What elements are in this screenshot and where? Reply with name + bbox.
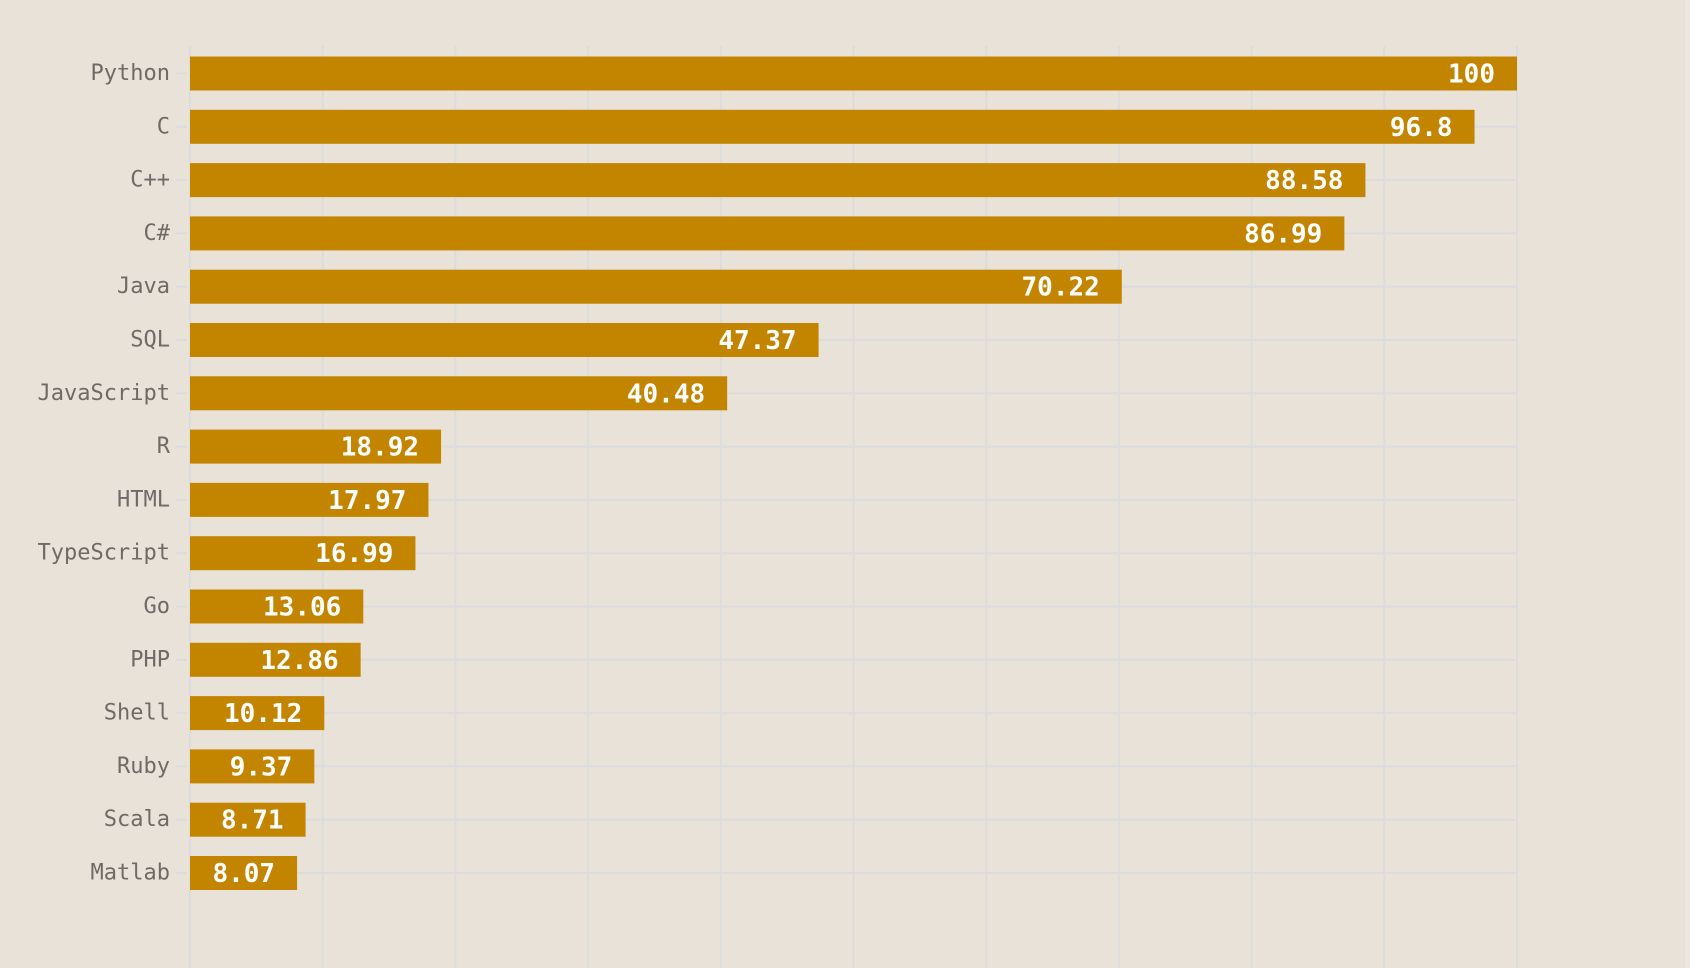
category-label: Java [117, 274, 170, 299]
value-label: 8.07 [212, 859, 275, 889]
category-label: C [157, 114, 170, 139]
value-label: 100 [1448, 60, 1495, 90]
value-label: 47.37 [718, 326, 796, 356]
category-label: HTML [117, 487, 170, 512]
category-label: C++ [130, 168, 170, 193]
category-label: Ruby [117, 754, 170, 779]
value-label: 10.12 [224, 699, 302, 729]
value-label: 88.58 [1265, 166, 1343, 196]
category-label: Matlab [91, 861, 170, 886]
category-label: JavaScript [38, 381, 170, 406]
value-label: 40.48 [627, 379, 705, 409]
value-label: 18.92 [341, 433, 419, 463]
category-label: SQL [130, 328, 170, 353]
value-label: 12.86 [260, 646, 338, 676]
category-label: C# [144, 221, 171, 246]
value-label: 13.06 [263, 593, 341, 623]
category-label: TypeScript [38, 541, 170, 566]
value-label: 16.99 [315, 539, 393, 569]
value-label: 8.71 [221, 806, 284, 836]
panel-edge [1685, 0, 1690, 968]
bar-java [190, 269, 1122, 304]
bar-chart: Python C C++ C# Java SQL JavaScript R HTML TypeSc… [38, 46, 1518, 968]
value-label: 17.97 [328, 486, 406, 516]
value-label: 96.8 [1390, 113, 1453, 143]
bar-c- [190, 163, 1366, 198]
value-label: 86.99 [1244, 219, 1322, 249]
category-label: Scala [104, 807, 170, 832]
category-label: Shell [104, 701, 170, 726]
category-labels: Python C C++ C# Java SQL JavaScript R HTML TypeSc… [38, 61, 171, 886]
category-label: Go [144, 594, 171, 619]
value-label: 70.22 [1022, 273, 1100, 303]
category-label: PHP [130, 647, 170, 672]
bar-c [190, 109, 1475, 144]
category-label: Python [91, 61, 170, 86]
value-label: 9.37 [230, 752, 293, 782]
bar-python [190, 56, 1517, 91]
category-label: R [157, 434, 171, 459]
bar-c- [190, 216, 1345, 251]
